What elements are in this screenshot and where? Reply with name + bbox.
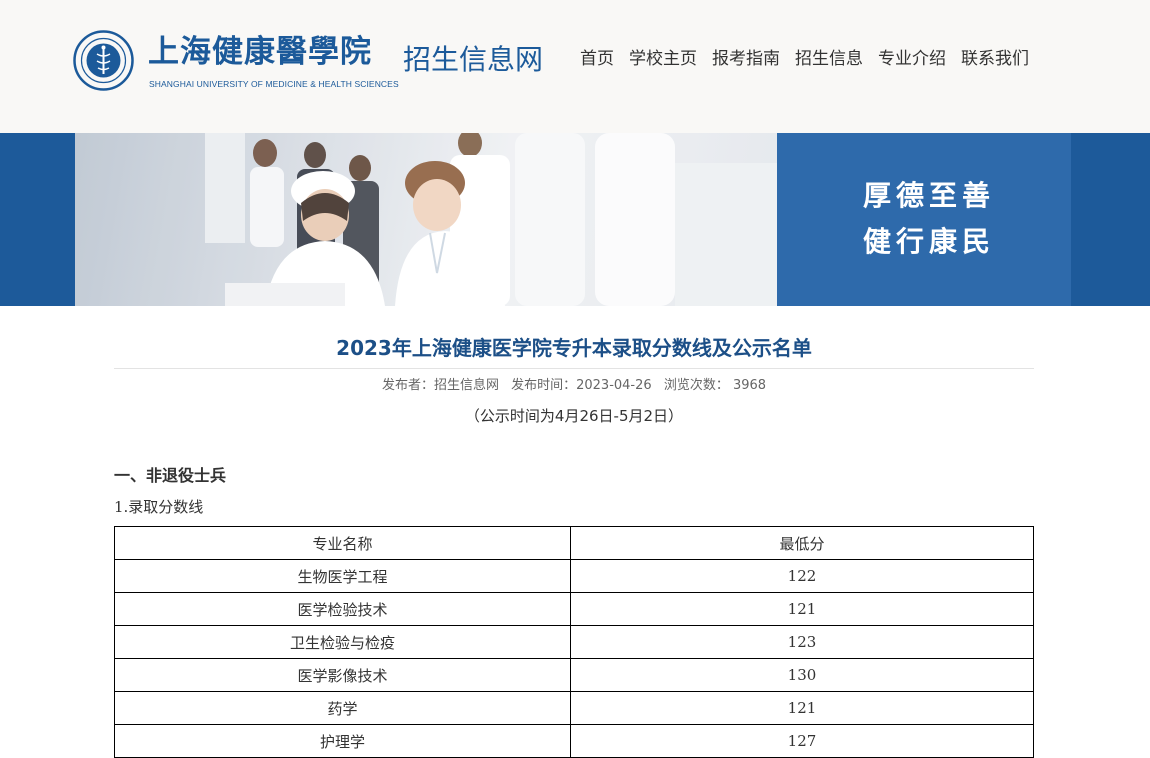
table-row: 卫生检验与检疫 123 <box>114 625 1034 659</box>
table-header-row: 专业名称 最低分 <box>114 526 1034 560</box>
banner-photo-illustration <box>75 133 777 306</box>
cell-major: 护理学 <box>114 724 571 758</box>
nav-item-majors[interactable]: 专业介绍 <box>878 46 946 72</box>
nav-item-application-guide[interactable]: 报考指南 <box>712 46 780 72</box>
hero-banner: 厚德至善 健行康民 <box>0 133 1150 306</box>
title-divider <box>114 368 1034 369</box>
motto-line-1: 厚德至善 <box>863 179 996 212</box>
meta-publish-time: 发布时间：2023-04-26 <box>511 378 652 393</box>
subsection-heading-cutoff-scores: 1.录取分数线 <box>114 498 204 516</box>
university-logo-english: SHANGHAI UNIVERSITY OF MEDICINE & HEALTH… <box>149 79 399 89</box>
nav-item-admission-info[interactable]: 招生信息 <box>795 46 863 72</box>
nav-item-school-home[interactable]: 学校主页 <box>629 46 697 72</box>
column-header-major: 专业名称 <box>114 526 571 560</box>
meta-view-count: 浏览次数： 3968 <box>663 378 767 393</box>
article-meta: 发布者：招生信息网 发布时间：2023-04-26 浏览次数： 3968 <box>114 376 1034 396</box>
nav-item-contact[interactable]: 联系我们 <box>961 46 1029 72</box>
nav-item-home[interactable]: 首页 <box>580 46 614 72</box>
table-row: 护理学 127 <box>114 724 1034 758</box>
cell-major: 药学 <box>114 691 571 725</box>
table-row: 医学影像技术 130 <box>114 658 1034 692</box>
meta-publisher: 发布者：招生信息网 <box>381 378 499 393</box>
cell-major: 医学影像技术 <box>114 658 571 692</box>
university-motto: 厚德至善 健行康民 <box>863 173 995 265</box>
cell-min-score: 121 <box>570 592 1034 626</box>
motto-panel: 厚德至善 健行康民 <box>777 133 1071 306</box>
cell-major: 医学检验技术 <box>114 592 571 626</box>
cutoff-score-table: 专业名称 最低分 生物医学工程 122 医学检验技术 121 卫生检验与检疫 1… <box>114 526 1034 758</box>
section-heading-non-veterans: 一、非退役士兵 <box>114 466 227 485</box>
main-nav: 首页 学校主页 报考指南 招生信息 专业介绍 联系我们 <box>580 46 1029 72</box>
motto-line-2: 健行康民 <box>863 225 996 258</box>
article-title: 2023年上海健康医学院专升本录取分数线及公示名单 <box>336 336 812 360</box>
university-emblem-icon[interactable] <box>73 30 134 91</box>
banner-photo <box>75 133 777 306</box>
site-header: 上海健康醫學院 SHANGHAI UNIVERSITY OF MEDICINE … <box>0 0 1150 133</box>
cell-min-score: 123 <box>570 625 1034 659</box>
table-row: 生物医学工程 122 <box>114 559 1034 593</box>
cell-major: 生物医学工程 <box>114 559 571 593</box>
column-header-min-score: 最低分 <box>570 526 1034 560</box>
university-logo-text[interactable]: 上海健康醫學院 <box>148 32 372 72</box>
table-row: 药学 121 <box>114 691 1034 725</box>
publicity-notice: （公示时间为4月26日-5月2日） <box>464 407 684 425</box>
cell-major: 卫生检验与检疫 <box>114 625 571 659</box>
cell-min-score: 122 <box>570 559 1034 593</box>
cell-min-score: 127 <box>570 724 1034 758</box>
table-row: 医学检验技术 121 <box>114 592 1034 626</box>
site-name[interactable]: 招生信息网 <box>403 40 543 80</box>
cell-min-score: 121 <box>570 691 1034 725</box>
cell-min-score: 130 <box>570 658 1034 692</box>
